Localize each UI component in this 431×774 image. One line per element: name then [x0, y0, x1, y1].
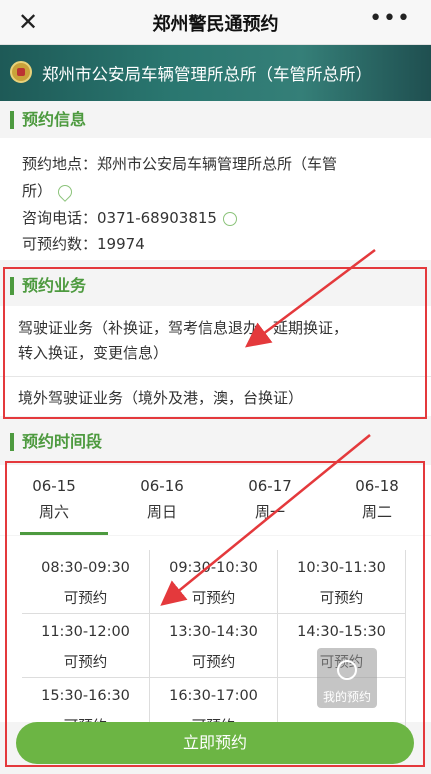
location-pin-icon[interactable] — [55, 181, 75, 202]
tab-day: 周一 — [254, 503, 285, 521]
location-label: 预约地点： — [22, 155, 98, 173]
business-section-title: 预约业务 — [10, 277, 86, 295]
phone-value: 0371-68903815 — [97, 209, 217, 227]
slot-status: 可预约 — [319, 591, 364, 607]
business-item-overseas[interactable]: 境外驾驶证业务（境外及港，澳，台换证） — [18, 386, 413, 411]
tab-date: 06-18 — [355, 477, 399, 495]
count-label: 可预约数： — [22, 235, 98, 253]
time-slot[interactable]: 11:30-12:00 可预约 — [22, 614, 150, 678]
tab-date-0616[interactable]: 06-16 周日 — [108, 473, 216, 525]
police-emblem-icon — [10, 61, 32, 83]
slot-status: 可预约 — [191, 591, 236, 607]
business-card: 驾驶证业务（补换证，驾考信息退办，延期换证， 转入换证，变更信息） 境外驾驶证业… — [0, 306, 431, 416]
info-section-title: 预约信息 — [10, 111, 86, 129]
tab-date-0617[interactable]: 06-17 周一 — [216, 473, 324, 525]
tab-day: 周二 — [361, 503, 392, 521]
phone-label: 咨询电话： — [22, 209, 98, 227]
info-card: 预约地点：郑州市公安局车辆管理所总所（车管 所） 咨询电话：0371-68903… — [0, 138, 431, 260]
slot-time: 09:30-10:30 — [169, 560, 258, 576]
slot-time: 15:30-16:30 — [41, 688, 130, 704]
location-line1: 预约地点：郑州市公安局车辆管理所总所（车管 — [22, 153, 337, 174]
business-item-license[interactable]: 驾驶证业务（补换证，驾考信息退办，延期换证， 转入换证，变更信息） — [18, 316, 413, 366]
submit-button[interactable]: 立即预约 — [16, 722, 414, 764]
tab-day: 周六 — [38, 503, 69, 521]
location-line2: 所） — [22, 180, 75, 202]
business-divider — [0, 376, 431, 377]
page-title: 郑州警民通预约 — [152, 14, 279, 35]
slot-time: 13:30-14:30 — [169, 624, 258, 640]
slot-time: 10:30-11:30 — [297, 560, 386, 576]
more-icon[interactable]: ••• — [369, 6, 411, 31]
slot-time: 16:30-17:00 — [169, 688, 258, 704]
top-bar: ✕ 郑州警民通预约 ••• — [0, 0, 431, 45]
tab-date: 06-15 — [32, 477, 76, 495]
slot-time: 14:30-15:30 — [297, 624, 386, 640]
business-item-overseas-line1: 境外驾驶证业务（境外及港，澳，台换证） — [18, 389, 304, 407]
business-item-license-line2: 转入换证，变更信息） — [18, 344, 169, 362]
tab-date: 06-16 — [140, 477, 184, 495]
active-tab-indicator — [20, 532, 108, 535]
count-value: 19974 — [97, 235, 145, 253]
time-slot[interactable]: 09:30-10:30 可预约 — [150, 550, 278, 614]
time-slot[interactable]: 13:30-14:30 可预约 — [150, 614, 278, 678]
header-banner: 郑州市公安局车辆管理所总所（车管所总所） — [0, 45, 431, 101]
tab-date: 06-17 — [248, 477, 292, 495]
tab-date-0615[interactable]: 06-15 周六 — [0, 473, 108, 525]
phone-line: 咨询电话：0371-68903815 — [22, 207, 237, 228]
slot-status: 可预约 — [191, 655, 236, 671]
slot-time: 11:30-12:00 — [41, 624, 130, 640]
slot-time: 08:30-09:30 — [41, 560, 130, 576]
clock-icon — [337, 660, 357, 680]
tab-day: 周日 — [146, 503, 177, 521]
my-appointments-button[interactable]: 我的预约 — [317, 648, 377, 708]
time-section-title: 预约时间段 — [10, 433, 102, 451]
count-line: 可预约数：19974 — [22, 233, 145, 254]
my-appointments-label: 我的预约 — [322, 690, 371, 704]
business-item-license-line1: 驾驶证业务（补换证，驾考信息退办，延期换证， — [18, 319, 349, 337]
date-tabs: 06-15 周六 06-16 周日 06-17 周一 06-18 周二 — [0, 465, 431, 535]
time-slot[interactable]: 10:30-11:30 可预约 — [278, 550, 406, 614]
location-value-cont: 所） — [22, 182, 53, 200]
slot-status: 可预约 — [63, 591, 108, 607]
slot-status: 可预约 — [63, 655, 108, 671]
time-slot[interactable]: 08:30-09:30 可预约 — [22, 550, 150, 614]
tab-date-0618[interactable]: 06-18 周二 — [323, 473, 431, 525]
banner-title: 郑州市公安局车辆管理所总所（车管所总所） — [42, 65, 372, 84]
phone-icon[interactable] — [222, 211, 237, 226]
location-value: 郑州市公安局车辆管理所总所（车管 — [97, 155, 338, 173]
